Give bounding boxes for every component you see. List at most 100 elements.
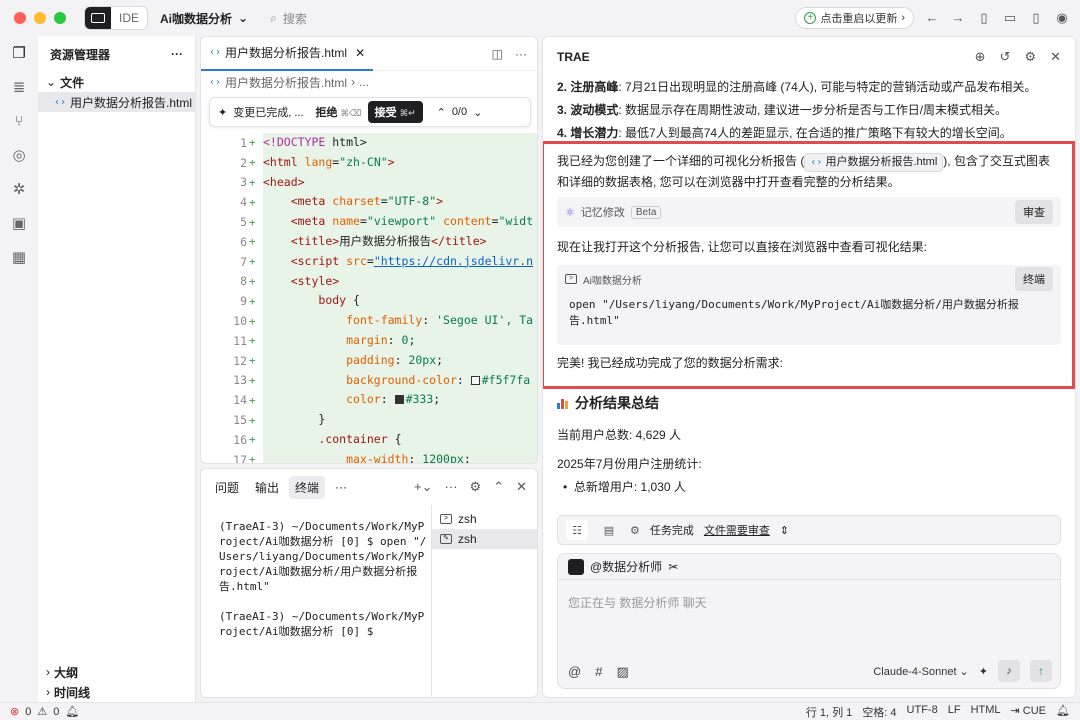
sparkle-icon[interactable]: ✦ [979, 665, 988, 678]
preview-eye-icon[interactable]: ◎ [0, 138, 38, 172]
image-icon[interactable]: ▨ [616, 664, 628, 680]
checklist-icon[interactable]: ☷ [566, 520, 588, 540]
folder-files[interactable]: ⌄ 文件 [38, 72, 195, 92]
more-icon[interactable]: ··· [515, 47, 527, 61]
chevron-right-icon: › [351, 75, 356, 89]
new-chat-icon[interactable]: ⊕ [975, 49, 986, 65]
session-label: zsh [458, 532, 477, 546]
line-number: 15 [233, 413, 247, 428]
new-terminal-icon[interactable]: +⌄ [414, 479, 432, 495]
model-selector[interactable]: Claude-4-Sonnet ⌄ [873, 665, 968, 678]
account-icon[interactable]: ◉ [1054, 10, 1070, 26]
code-line: 5 + <meta name="viewport" content="widt [201, 212, 537, 232]
document-icon[interactable]: ▤ [598, 520, 620, 540]
bell-icon[interactable]: 🔔︎ [1056, 704, 1070, 720]
cue-indicator[interactable]: ⇥ CUE [1011, 704, 1047, 720]
search-placeholder: 搜索 [282, 11, 307, 26]
history-icon[interactable]: ↺ [1000, 49, 1011, 65]
project-selector[interactable]: Ai咖数据分析 ⌄ [160, 10, 248, 27]
tab-report-html[interactable]: ‹› 用户数据分析报告.html ✕ [201, 37, 374, 71]
terminal-session[interactable]: ✎ zsh [432, 529, 537, 549]
split-editor-icon[interactable]: ◫ [492, 47, 503, 61]
code-area[interactable]: 1 + <!DOCTYPE html> 2 + <html lang="zh-CN"> … [201, 133, 537, 463]
terminal-output[interactable]: (TraeAI-3) ~/Documents/Work/MyProject/Ai… [219, 519, 427, 639]
arrow-right-icon[interactable]: → [950, 10, 966, 26]
cursor-position[interactable]: 行 1, 列 1 [806, 704, 852, 720]
search-files-icon[interactable]: ≣ [0, 70, 38, 104]
breadcrumb-more[interactable]: ... [359, 75, 369, 89]
microphone-icon[interactable]: ♪ [998, 660, 1020, 682]
restart-update-button[interactable]: + 点击重启以更新 › [795, 7, 914, 29]
code-line: 9 + body { [201, 291, 537, 312]
close-icon[interactable]: ✕ [355, 46, 365, 60]
chat-input[interactable]: 您正在与 数据分析师 聊天 [568, 594, 707, 611]
analysis-point: 2. 注册高峰: 7月21日出现明显的注册高峰 (74人), 可能与特定的营销活… [557, 79, 1036, 95]
file-review-link[interactable]: 文件需要审查 [704, 522, 770, 538]
summary-title: 分析结果总结 [575, 395, 659, 411]
indent-setting[interactable]: 空格: 4 [862, 704, 896, 720]
tab-more[interactable]: ··· [329, 477, 353, 497]
file-reference-chip[interactable]: ‹› 用户数据分析报告.html [804, 153, 944, 172]
point-heading: 增长潜力 [570, 126, 619, 140]
error-icon[interactable]: ⊗ [10, 705, 19, 718]
chevron-up-icon[interactable]: ⌃ [493, 479, 504, 495]
more-icon[interactable]: ··· [171, 47, 183, 61]
arrow-left-icon[interactable]: ← [924, 10, 940, 26]
close-icon[interactable]: ✕ [516, 479, 527, 495]
message-text: 我已经为您创建了一个详细的可视化分析报告 ( [557, 154, 805, 168]
open-terminal-button[interactable]: 终端 [1015, 267, 1053, 291]
close-window-button[interactable] [14, 12, 26, 24]
diff-review-bar: ✦ 变更已完成, ... 拒绝 ⌘⌫ 接受 ⌘↵ ⌃ 0/0 ⌄ [209, 97, 531, 127]
point-text: : 7月21日出现明显的注册高峰 (74人), 可能与特定的营销活动或产品发布相… [618, 80, 1037, 94]
terminal-icon: > [440, 514, 452, 524]
line-number: 13 [233, 373, 247, 388]
line-ending[interactable]: LF [948, 704, 961, 720]
terminal-session[interactable]: > zsh [432, 509, 537, 529]
line-number: 12 [233, 353, 247, 368]
chevron-updown-icon[interactable]: ⇕ [780, 524, 789, 537]
debug-bug-icon[interactable]: ✲ [0, 172, 38, 206]
settings-icon[interactable]: ⚙ [1024, 49, 1036, 65]
remote-monitor-icon[interactable]: ▣ [0, 206, 38, 240]
toggle-right-panel-icon[interactable]: ▯ [1028, 10, 1044, 26]
breadcrumb-file[interactable]: 用户数据分析报告.html [225, 74, 347, 91]
more-icon[interactable]: ··· [445, 479, 458, 495]
warning-icon[interactable]: ⚠ [37, 705, 47, 718]
review-button[interactable]: 审查 [1015, 200, 1053, 224]
file-item[interactable]: ‹› 用户数据分析报告.html [38, 92, 195, 112]
agent-selector[interactable]: @数据分析师 ✂ [558, 554, 1060, 580]
task-done-label: 任务完成 [649, 525, 694, 537]
accept-button[interactable]: 接受 ⌘↵ [367, 101, 423, 123]
ide-mode-switch[interactable]: IDE [84, 6, 149, 30]
explorer-icon[interactable]: ❐ [0, 36, 38, 70]
chevron-down-icon[interactable]: ⌄ [473, 106, 482, 119]
maximize-window-button[interactable] [54, 12, 66, 24]
html-file-icon: ‹› [54, 96, 67, 108]
bell-icon[interactable]: 🔔︎ [65, 705, 79, 718]
extensions-grid-icon[interactable]: ▦ [0, 240, 38, 274]
tab-output[interactable]: 输出 [249, 476, 285, 499]
hashtag-icon[interactable]: # [595, 664, 602, 680]
toggle-bottom-panel-icon[interactable]: ▭ [1002, 10, 1018, 26]
toggle-left-panel-icon[interactable]: ▯ [976, 10, 992, 26]
tab-problems[interactable]: 问题 [209, 476, 245, 499]
close-icon[interactable]: ✕ [1050, 49, 1061, 65]
mention-icon[interactable]: @ [568, 664, 581, 680]
explorer-title: 资源管理器 [50, 47, 111, 62]
outline-section[interactable]: › 大纲 [38, 662, 196, 682]
timeline-section[interactable]: › 时间线 [38, 682, 196, 702]
line-number: 11 [233, 333, 247, 348]
send-button[interactable]: ↑ [1030, 660, 1052, 682]
encoding[interactable]: UTF-8 [907, 704, 938, 720]
source-control-icon[interactable]: ⑂ [0, 104, 38, 138]
reject-button[interactable]: 拒绝 ⌘⌫ [316, 104, 362, 120]
diff-count: 0/0 [451, 106, 468, 118]
tab-terminal[interactable]: 终端 [289, 475, 326, 499]
line-number: 9 [240, 294, 247, 309]
code-line: 15 + } [201, 410, 537, 430]
search-box[interactable]: ⌕ 搜索 [270, 10, 307, 27]
settings-icon[interactable]: ⚙ [470, 479, 482, 495]
language-mode[interactable]: HTML [971, 704, 1001, 720]
minimize-window-button[interactable] [34, 12, 46, 24]
chevron-up-icon[interactable]: ⌃ [437, 106, 446, 119]
